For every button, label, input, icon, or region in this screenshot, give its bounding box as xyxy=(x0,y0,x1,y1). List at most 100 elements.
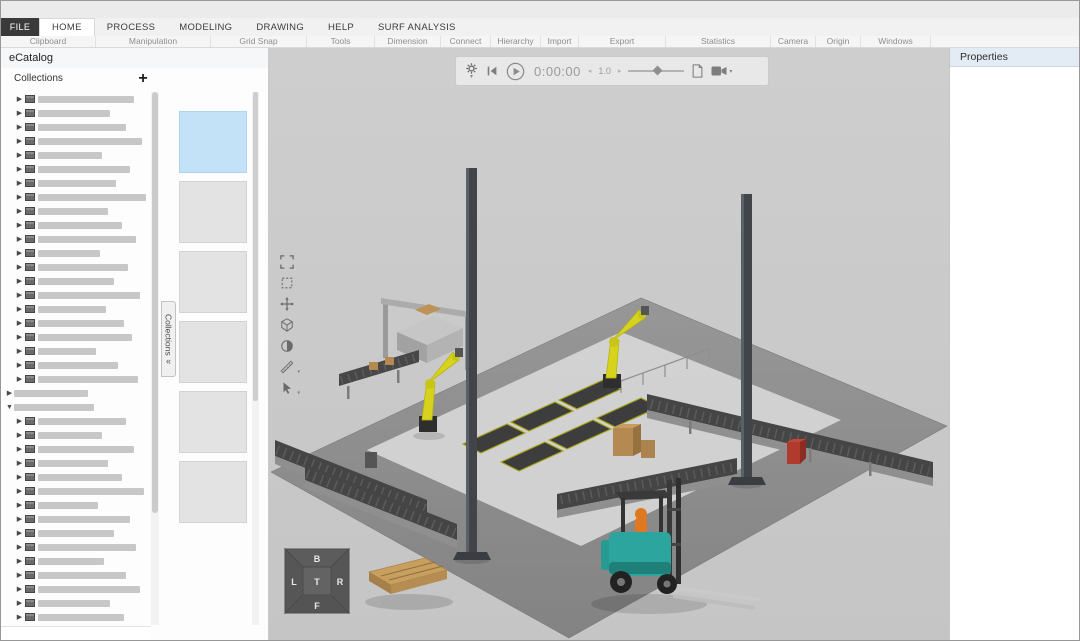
catalog-item[interactable]: ▶ xyxy=(3,610,149,624)
measure-tool-button[interactable]: ▾ xyxy=(277,357,297,377)
catalog-item[interactable]: ▶ xyxy=(3,540,149,554)
chevron-right-icon[interactable]: ▶ xyxy=(15,333,24,341)
export-video-button[interactable] xyxy=(691,64,704,78)
simulation-settings-button[interactable]: ▾ xyxy=(465,62,478,80)
catalog-item[interactable]: ▶ xyxy=(3,330,149,344)
chevron-right-icon[interactable]: ▶ xyxy=(15,95,24,103)
menu-tab-modeling[interactable]: MODELING xyxy=(167,18,244,36)
ribbon-group-manipulation[interactable]: Manipulation xyxy=(96,36,211,47)
chevron-right-icon[interactable]: ▶ xyxy=(15,291,24,299)
reset-simulation-button[interactable] xyxy=(485,64,499,78)
speed-decrease-icon[interactable]: ◂ xyxy=(588,67,592,75)
collections-scrollbar[interactable] xyxy=(151,92,159,625)
red-cabinet[interactable] xyxy=(787,439,806,464)
chevron-right-icon[interactable]: ▶ xyxy=(15,263,24,271)
thumbnail[interactable] xyxy=(179,391,247,453)
chevron-right-icon[interactable]: ▶ xyxy=(15,165,24,173)
chevron-right-icon[interactable]: ▶ xyxy=(15,515,24,523)
catalog-item[interactable]: ▶ xyxy=(3,386,149,400)
speed-slider[interactable] xyxy=(628,65,684,77)
collections-side-tab[interactable]: Collections « xyxy=(161,301,176,377)
view-cube-button[interactable] xyxy=(277,315,297,335)
chevron-right-icon[interactable]: ▶ xyxy=(15,459,24,467)
catalog-item[interactable]: ▶ xyxy=(3,260,149,274)
catalog-item[interactable]: ▶ xyxy=(3,358,149,372)
control-cabinet[interactable] xyxy=(365,452,377,468)
record-camera-button[interactable]: ▾ xyxy=(711,65,732,77)
catalog-item[interactable]: ▶ xyxy=(3,414,149,428)
catalog-item[interactable]: ▶ xyxy=(3,204,149,218)
chevron-right-icon[interactable]: ▶ xyxy=(15,109,24,117)
chevron-right-icon[interactable]: ▶ xyxy=(15,585,24,593)
chevron-right-icon[interactable]: ▶ xyxy=(15,193,24,201)
ribbon-group-dimension[interactable]: Dimension xyxy=(375,36,441,47)
ribbon-group-connect[interactable]: Connect xyxy=(441,36,491,47)
chevron-right-icon[interactable]: ▶ xyxy=(15,557,24,565)
chevron-right-icon[interactable]: ▶ xyxy=(15,501,24,509)
catalog-item[interactable]: ▶ xyxy=(3,316,149,330)
selection-tool-button[interactable]: ▾ xyxy=(277,378,297,398)
catalog-item[interactable]: ▶ xyxy=(3,176,149,190)
catalog-item[interactable]: ▶ xyxy=(3,568,149,582)
thumbnail[interactable] xyxy=(179,321,247,383)
catalog-item[interactable]: ▶ xyxy=(3,162,149,176)
chevron-right-icon[interactable]: ▶ xyxy=(15,249,24,257)
catalog-item[interactable]: ▶ xyxy=(3,120,149,134)
scrollbar-thumb[interactable] xyxy=(152,92,158,513)
catalog-item[interactable]: ▶ xyxy=(3,274,149,288)
chevron-right-icon[interactable]: ▶ xyxy=(15,487,24,495)
collapse-panel-icon[interactable]: « xyxy=(166,358,171,364)
ribbon-group-import[interactable]: Import xyxy=(541,36,579,47)
fit-view-button[interactable] xyxy=(277,252,297,272)
chevron-right-icon[interactable]: ▶ xyxy=(15,305,24,313)
file-menu-button[interactable]: FILE xyxy=(1,18,39,36)
chevron-right-icon[interactable]: ▶ xyxy=(15,613,24,621)
ribbon-group-export[interactable]: Export xyxy=(579,36,666,47)
catalog-item[interactable]: ▶ xyxy=(3,442,149,456)
thumbnail[interactable] xyxy=(179,251,247,313)
ribbon-group-clipboard[interactable]: Clipboard xyxy=(1,36,96,47)
chevron-right-icon[interactable]: ▶ xyxy=(15,417,24,425)
thumbnail[interactable] xyxy=(179,461,247,523)
catalog-item[interactable]: ▶ xyxy=(3,288,149,302)
chevron-down-icon[interactable]: ▼ xyxy=(5,404,14,411)
render-mode-button[interactable] xyxy=(277,336,297,356)
chevron-right-icon[interactable]: ▶ xyxy=(15,207,24,215)
catalog-item[interactable]: ▶ xyxy=(3,498,149,512)
catalog-item[interactable]: ▶ xyxy=(3,484,149,498)
chevron-right-icon[interactable]: ▶ xyxy=(15,151,24,159)
chevron-right-icon[interactable]: ▶ xyxy=(15,137,24,145)
menu-tab-process[interactable]: PROCESS xyxy=(95,18,168,36)
menu-tab-drawing[interactable]: DRAWING xyxy=(244,18,316,36)
catalog-item[interactable]: ▶ xyxy=(3,372,149,386)
catalog-item[interactable]: ▶ xyxy=(3,470,149,484)
catalog-item[interactable]: ▶ xyxy=(3,246,149,260)
catalog-item[interactable]: ▶ xyxy=(3,232,149,246)
catalog-item[interactable]: ▶ xyxy=(3,456,149,470)
catalog-item[interactable]: ▶ xyxy=(3,526,149,540)
chevron-right-icon[interactable]: ▶ xyxy=(15,543,24,551)
catalog-item[interactable]: ▼ xyxy=(3,400,149,414)
catalog-item[interactable]: ▶ xyxy=(3,302,149,316)
chevron-right-icon[interactable]: ▶ xyxy=(15,123,24,131)
catalog-item[interactable]: ▶ xyxy=(3,106,149,120)
catalog-item[interactable]: ▶ xyxy=(3,344,149,358)
catalog-item[interactable]: ▶ xyxy=(3,596,149,610)
menu-tab-help[interactable]: HELP xyxy=(316,18,366,36)
add-collection-button[interactable]: + xyxy=(134,70,152,88)
3d-scene[interactable] xyxy=(269,48,949,640)
chevron-right-icon[interactable]: ▶ xyxy=(15,347,24,355)
catalog-item[interactable]: ▶ xyxy=(3,218,149,232)
chevron-right-icon[interactable]: ▶ xyxy=(15,375,24,383)
chevron-right-icon[interactable]: ▶ xyxy=(15,221,24,229)
chevron-right-icon[interactable]: ▶ xyxy=(15,319,24,327)
play-button[interactable] xyxy=(506,62,525,81)
thumbnail-selected[interactable] xyxy=(179,111,247,173)
chevron-right-icon[interactable]: ▶ xyxy=(15,277,24,285)
chevron-right-icon[interactable]: ▶ xyxy=(15,529,24,537)
chevron-right-icon[interactable]: ▶ xyxy=(15,599,24,607)
chevron-right-icon[interactable]: ▶ xyxy=(15,431,24,439)
catalog-item[interactable]: ▶ xyxy=(3,554,149,568)
ribbon-group-origin[interactable]: Origin xyxy=(816,36,861,47)
catalog-item[interactable]: ▶ xyxy=(3,92,149,106)
